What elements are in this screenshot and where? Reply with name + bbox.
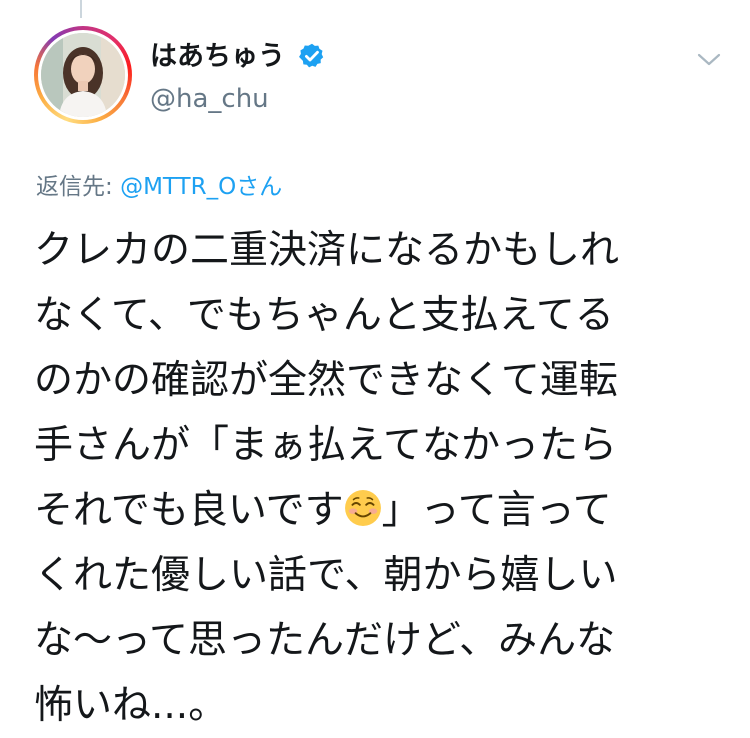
avatar[interactable] [38,30,128,120]
tweet-text-line-with-emoji: それでも良いです 」って言って [34,478,714,543]
tweet-text-line: なくて、でもちゃんと支払えてる [34,293,614,338]
reply-mention-suffix[interactable]: さん [236,174,282,200]
tweet-text-line: くれた優しい話で、朝から嬉しい [34,553,618,598]
smiling-face-icon [344,490,381,526]
tweet-text-line: クレカの二重決済になるかもしれ [34,228,620,273]
tweet-text-segment: 」って言って [381,488,612,533]
profile-photo [41,33,125,117]
user-handle[interactable]: @ha_chu [150,83,269,115]
reply-to-line: 返信先: @MTTR_Oさん [36,172,282,202]
tweet-text-line: 怖いね...。 [34,683,228,728]
tweet-text: クレカの二重決済になるかもしれ なくて、でもちゃんと支払えてる のかの確認が全然… [34,218,714,738]
display-name[interactable]: はあちゅう [150,40,285,74]
reply-to-label: 返信先: [36,174,121,200]
tweet-text-line: な〜って思ったんだけど、みんな [34,618,616,663]
reply-mention-link[interactable]: @MTTR_O [120,174,236,200]
thread-connector-line [80,0,82,18]
verified-badge-icon [299,43,324,68]
tweet-text-segment: それでも良いです [34,488,344,533]
tweet-text-line: のかの確認が全然できなくて運転 [34,358,618,403]
chevron-down-icon[interactable] [696,50,722,70]
tweet-text-line: 手さんが「まぁ払えてなかったら [34,423,618,468]
